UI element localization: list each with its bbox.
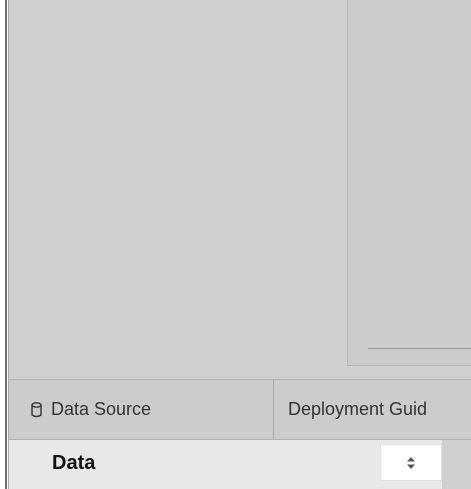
tab-deployment-guide-label: Deployment Guid — [288, 399, 428, 419]
dashboard-frame — [347, 0, 471, 366]
sort-button[interactable] — [380, 444, 442, 481]
bottom-right-strip — [442, 440, 471, 489]
app-window: Data Source Deployment Guid Data — [0, 0, 471, 489]
sort-updown-icon — [407, 456, 415, 469]
tab-deployment-guide[interactable]: Deployment Guid — [275, 380, 471, 439]
sheet-tab-bar: Data Source Deployment Guid — [9, 380, 471, 440]
database-icon — [31, 401, 42, 418]
tab-data-source-label: Data Source — [51, 399, 152, 419]
canvas-area — [9, 0, 471, 380]
left-border — [0, 0, 9, 489]
tab-data-source[interactable]: Data Source — [9, 380, 274, 439]
data-pane-title: Data — [52, 452, 96, 474]
data-pane-header: Data — [9, 440, 471, 489]
dashboard-divider — [368, 348, 471, 349]
